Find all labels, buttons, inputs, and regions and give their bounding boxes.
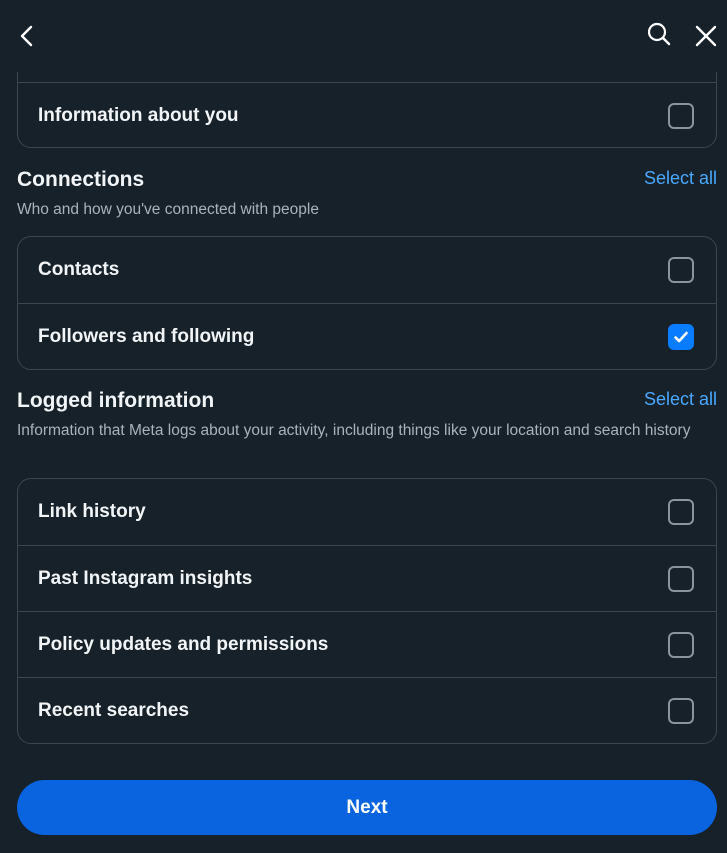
row-label: Followers and following <box>38 325 255 347</box>
row-policy-updates-and-permissions[interactable]: Policy updates and permissions <box>18 611 716 677</box>
download-information-panel: Information about you Connections Select… <box>0 0 727 853</box>
row-label: Recent searches <box>38 699 190 721</box>
row-label: Policy updates and permissions <box>38 633 329 655</box>
logged-information-title: Logged information <box>17 389 215 412</box>
connections-card: Contacts Followers and following <box>17 236 717 370</box>
connections-title: Connections <box>17 168 145 191</box>
chevron-left-icon <box>20 25 33 47</box>
search-icon <box>647 22 671 46</box>
policy-updates-checkbox[interactable] <box>668 631 694 658</box>
row-label: Information about you <box>38 104 239 126</box>
checkmark-icon <box>674 331 688 342</box>
row-past-instagram-insights[interactable]: Past Instagram insights <box>18 545 716 611</box>
row-label: Contacts <box>38 259 120 280</box>
row-label: Past Instagram insights <box>38 567 253 589</box>
search-button[interactable] <box>641 16 677 52</box>
logged-information-select-all[interactable]: Select all <box>644 389 717 410</box>
close-icon <box>695 25 717 47</box>
past-instagram-insights-checkbox[interactable] <box>668 565 694 592</box>
followers-and-following-checkbox[interactable] <box>668 323 694 350</box>
footer-bar: Next <box>0 760 727 853</box>
recent-searches-checkbox[interactable] <box>668 697 694 724</box>
row-link-history[interactable]: Link history <box>18 479 716 545</box>
row-followers-and-following[interactable]: Followers and following <box>18 303 716 369</box>
header-bar <box>0 0 727 72</box>
connections-description: Who and how you've connected with people <box>17 201 319 218</box>
row-label: Link history <box>38 501 146 522</box>
information-about-you-checkbox[interactable] <box>668 102 694 129</box>
row-contacts[interactable]: Contacts <box>18 237 716 303</box>
next-button[interactable]: Next <box>17 780 717 835</box>
logged-information-description: Information that Meta logs about your ac… <box>17 422 691 439</box>
connections-select-all[interactable]: Select all <box>644 168 717 189</box>
row-information-about-you[interactable]: Information about you <box>18 82 716 147</box>
row-recent-searches[interactable]: Recent searches <box>18 677 716 743</box>
close-button[interactable] <box>688 18 724 54</box>
scroll-content[interactable]: Information about you Connections Select… <box>0 0 727 760</box>
contacts-checkbox[interactable] <box>668 257 694 283</box>
link-history-checkbox[interactable] <box>668 499 694 525</box>
logged-information-card: Link history Past Instagram insights Pol… <box>17 478 717 744</box>
back-button[interactable] <box>10 18 46 54</box>
